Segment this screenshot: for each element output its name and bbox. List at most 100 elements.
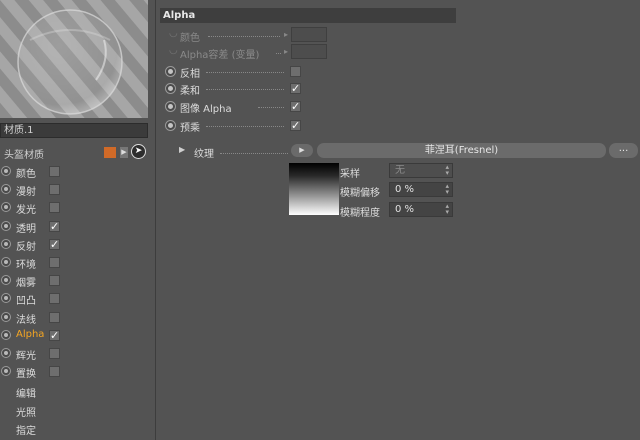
channel-checkbox[interactable] (49, 257, 60, 268)
channel-item[interactable]: 辉光 (0, 345, 155, 362)
channel-label: 烟雾 (16, 278, 36, 289)
property-row-premultiply: 预乘 ✓ (158, 117, 488, 134)
animation-radio-icon[interactable] (165, 101, 176, 112)
property-label: Alpha容差 (变量) (180, 50, 260, 61)
expand-triangle-icon[interactable]: ▶ (179, 145, 185, 154)
channel-checkbox[interactable] (49, 202, 60, 213)
panel-title: Alpha (160, 8, 456, 23)
panel-divider[interactable] (155, 0, 156, 440)
channel-item[interactable]: 漫射 (0, 181, 155, 198)
property-row-invert: 反相 (158, 63, 488, 80)
channel-label: Alpha (16, 329, 45, 340)
animation-radio-icon[interactable] (1, 275, 11, 285)
invert-checkbox[interactable] (290, 66, 301, 77)
property-label: 预乘 (180, 123, 200, 134)
blur-offset-label: 模糊偏移 (340, 188, 380, 199)
channel-checkbox[interactable] (49, 366, 60, 377)
blur-offset-input[interactable]: 0 % ▴ ▾ (389, 182, 453, 197)
channel-label: 环境 (16, 260, 36, 271)
animation-radio-icon[interactable] (1, 239, 11, 249)
channel-label: 发光 (16, 205, 36, 216)
texture-row: ▶ 纹理 ▶ 菲涅耳(Fresnel) ... (158, 142, 640, 160)
animation-radio-icon[interactable] (1, 312, 11, 322)
material-preview[interactable] (0, 0, 148, 118)
animation-radio-icon[interactable] (1, 221, 11, 231)
image-alpha-checkbox[interactable]: ✓ (290, 101, 301, 112)
channel-item[interactable]: 烟雾 (0, 272, 155, 289)
animation-radio-icon[interactable] (1, 184, 11, 194)
property-row-soft: 柔和 ✓ (158, 80, 488, 97)
animation-radio-icon[interactable] (165, 83, 176, 94)
soft-checkbox[interactable]: ✓ (290, 83, 301, 94)
dotted-leader (208, 36, 280, 37)
animation-radio-icon[interactable] (1, 257, 11, 267)
property-row-alpha-tolerance: ◡ Alpha容差 (变量) ▸ (158, 44, 488, 61)
blur-scale-label: 模糊程度 (340, 208, 380, 219)
channel-checkbox[interactable] (49, 348, 60, 359)
property-label: 柔和 (180, 86, 200, 97)
alpha-tolerance-field[interactable] (291, 44, 327, 59)
material-type-label: 头盔材质 (4, 150, 44, 161)
material-type-row: 头盔材质 ▶ ➤ (0, 143, 155, 161)
animation-radio-icon[interactable] (1, 166, 11, 176)
channel-label: 法线 (16, 315, 36, 326)
sampling-value: 无 (395, 165, 405, 176)
blur-scale-input[interactable]: 0 % ▴ ▾ (389, 202, 453, 217)
material-name-field[interactable]: 材质.1 (0, 123, 148, 138)
stepper-arrows-icon[interactable]: ▴ ▾ (445, 203, 449, 216)
animation-radio-icon[interactable] (165, 66, 176, 77)
channel-item[interactable]: 凹凸 (0, 290, 155, 307)
property-label: 反相 (180, 69, 200, 80)
dropdown-arrows-icon: ▴ ▾ (445, 163, 449, 177)
channel-item[interactable]: 法线 (0, 309, 155, 326)
sampling-select[interactable]: 无 ▴ ▾ (389, 163, 453, 178)
channel-item[interactable]: 颜色 (0, 163, 155, 180)
texture-browse-button[interactable]: ... (609, 143, 638, 158)
channel-checkbox[interactable] (49, 275, 60, 286)
material-sidebar: 材质.1 头盔材质 ▶ ➤ 颜色 漫射发光透明 ✓ 反射 ✓ 环境烟雾 凹凸法线 Alpha ✓… (0, 0, 155, 440)
channel-label: 辉光 (16, 351, 36, 362)
premultiply-checkbox[interactable]: ✓ (290, 120, 301, 131)
dotted-leader (206, 89, 284, 90)
channel-checkbox[interactable] (49, 312, 60, 323)
blur-scale-value: 0 % (395, 204, 415, 215)
channel-checkbox[interactable] (49, 293, 60, 304)
texture-shader-button[interactable]: 菲涅耳(Fresnel) (317, 143, 606, 158)
stepper-arrows-icon[interactable]: ▴ ▾ (445, 183, 449, 196)
link-arrow-icon[interactable]: ▸ (284, 47, 289, 57)
dotted-leader (206, 126, 284, 127)
channel-item[interactable]: 透明 ✓ (0, 218, 155, 235)
animation-radio-icon[interactable] (1, 293, 11, 303)
channel-checkbox[interactable]: ✓ (49, 239, 60, 250)
channel-checkbox[interactable]: ✓ (49, 221, 60, 232)
property-label: 图像 Alpha (180, 104, 232, 115)
nav-item-illumination[interactable]: 光照 (16, 404, 36, 419)
channel-checkbox[interactable] (49, 166, 60, 177)
animation-radio-icon[interactable] (1, 348, 11, 358)
texture-menu-button[interactable]: ▶ (291, 144, 313, 157)
nav-item-edit[interactable]: 编辑 (16, 385, 36, 400)
channel-item[interactable]: Alpha ✓ (0, 327, 155, 344)
channel-item[interactable]: 环境 (0, 254, 155, 271)
animation-radio-icon[interactable] (1, 330, 11, 340)
channel-item[interactable]: 反射 ✓ (0, 236, 155, 253)
channel-item[interactable]: 置换 (0, 363, 155, 380)
color-field[interactable] (291, 27, 327, 42)
nav-item-assign[interactable]: 指定 (16, 422, 36, 437)
channel-checkbox[interactable]: ✓ (49, 330, 60, 341)
animation-radio-icon[interactable] (1, 202, 11, 212)
material-menu-arrow-icon[interactable]: ▶ (120, 147, 128, 158)
dotted-leader (220, 153, 288, 154)
channel-checkbox[interactable] (49, 184, 60, 195)
channel-label: 反射 (16, 242, 36, 253)
channel-label: 颜色 (16, 169, 36, 180)
animation-radio-icon[interactable] (165, 120, 176, 131)
property-indicator-icon: ◡ (169, 28, 178, 39)
blur-offset-row: 模糊偏移 0 % ▴ ▾ (340, 181, 640, 199)
cursor-picker-icon[interactable]: ➤ (131, 144, 146, 159)
material-color-swatch[interactable] (104, 147, 116, 158)
property-row-color: ◡ 颜色 ▸ (158, 27, 488, 44)
channel-item[interactable]: 发光 (0, 199, 155, 216)
link-arrow-icon[interactable]: ▸ (284, 30, 289, 40)
animation-radio-icon[interactable] (1, 366, 11, 376)
